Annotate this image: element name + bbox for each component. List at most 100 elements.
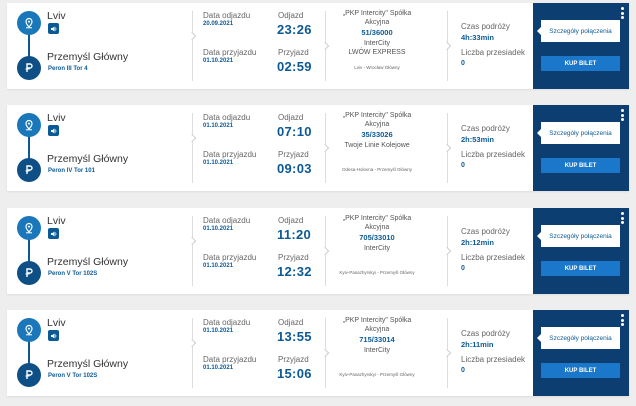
action-panel: Szczegóły połączenia KUP BILET [533, 105, 629, 191]
arrival-label: Przyjazd [278, 253, 309, 262]
departure-date: 01.10.2021 [203, 226, 234, 232]
platform-info: Peron V Tor 102S [48, 271, 98, 277]
duration-value: 4h:33min [461, 33, 494, 42]
destination-station: Przemyśl Główny [47, 153, 129, 165]
train-number[interactable]: 35/33026 [337, 130, 417, 139]
duration-label: Czas podróży [461, 227, 510, 236]
transfers-label: Liczba przesiadek [461, 150, 526, 159]
train-name: InterCity [363, 347, 391, 354]
departure-date: 01.10.2021 [203, 328, 234, 334]
origin-station: Lviv [47, 317, 66, 329]
duration-value: 2h:11min [461, 340, 494, 349]
details-button[interactable]: Szczegóły połączenia [541, 225, 620, 247]
train-route: Odesa-Holovna - Przemyśl Główny [341, 167, 413, 172]
arrival-time: 09:03 [277, 161, 312, 176]
departure-label: Odjazd [278, 318, 304, 327]
departure-label: Odjazd [278, 113, 304, 122]
divider [192, 11, 193, 81]
kebab-menu-icon[interactable] [621, 7, 624, 19]
action-panel: Szczegóły połączenia KUP BILET [533, 310, 629, 396]
buy-ticket-button[interactable]: KUP BILET [541, 56, 620, 71]
arrival-time: 12:32 [277, 264, 312, 279]
departure-date-label: Data odjazdu [203, 11, 251, 20]
departure-time: 11:20 [277, 227, 312, 242]
kebab-menu-icon[interactable] [621, 212, 624, 224]
origin-station: Lviv [47, 215, 66, 227]
connection-card: Lviv Przemyśl Główny Peron V Tor 102S Da… [7, 208, 629, 294]
transfers-label: Liczba przesiadek [461, 48, 526, 57]
buy-ticket-button[interactable]: KUP BILET [541, 363, 620, 378]
departure-date: 01.10.2021 [203, 123, 234, 129]
arrival-date: 01.10.2021 [203, 263, 234, 269]
transfers-value: 0 [461, 162, 465, 169]
details-button[interactable]: Szczegóły połączenia [541, 122, 620, 144]
arrival-label: Przyjazd [278, 48, 309, 57]
parking-p-icon [17, 56, 41, 80]
transfers-label: Liczba przesiadek [461, 253, 526, 262]
connection-card: Lviv Przemyśl Główny Peron III Tor 4 Dat… [7, 3, 629, 89]
buy-ticket-button[interactable]: KUP BILET [541, 261, 620, 276]
departure-label: Odjazd [278, 216, 304, 225]
departure-date-label: Data odjazdu [203, 216, 251, 225]
arrival-date-label: Data przyjazdu [203, 355, 257, 364]
duration-label: Czas podróży [461, 329, 510, 338]
arrival-date: 01.10.2021 [203, 365, 234, 371]
train-name: Twoje Linie Kolejowe [344, 142, 410, 149]
departure-date: 20.09.2021 [203, 21, 234, 27]
parking-p-icon [17, 261, 41, 285]
platform-info: Peron V Tor 102S [48, 373, 98, 379]
parking-p-icon [17, 363, 41, 387]
duration-label: Czas podróży [461, 22, 510, 31]
connection-card: Lviv Przemyśl Główny Peron IV Tor 101 Da… [7, 105, 629, 191]
location-pin-icon [17, 113, 41, 137]
transfers-label: Liczba przesiadek [461, 355, 526, 364]
speaker-icon[interactable] [48, 330, 59, 341]
details-button[interactable]: Szczegóły połączenia [541, 20, 620, 42]
train-number[interactable]: 51/36000 [337, 28, 417, 37]
train-number[interactable]: 705/33010 [337, 233, 417, 242]
carrier-name: „PKP Intercity" Spółka Akcyjna [342, 317, 412, 333]
divider-notch [442, 41, 452, 51]
location-pin-icon [17, 318, 41, 342]
origin-station: Lviv [47, 112, 66, 124]
divider-notch [442, 143, 452, 153]
platform-info: Peron III Tor 4 [48, 66, 88, 72]
transfers-value: 0 [461, 265, 465, 272]
carrier-name: „PKP Intercity" Spółka Akcyjna [342, 112, 412, 128]
kebab-menu-icon[interactable] [621, 109, 624, 121]
duration-value: 2h:12min [461, 238, 494, 247]
action-panel: Szczegóły połączenia KUP BILET [533, 208, 629, 294]
departure-time: 07:10 [277, 124, 312, 139]
departure-time: 23:26 [277, 22, 312, 37]
divider-notch [442, 246, 452, 256]
divider [192, 113, 193, 183]
details-button[interactable]: Szczegóły połączenia [541, 327, 620, 349]
duration-label: Czas podróży [461, 124, 510, 133]
route-column: Lviv Przemyśl Główny Peron IV Tor 101 [7, 105, 192, 191]
arrival-date: 01.10.2021 [203, 58, 234, 64]
arrival-date-label: Data przyjazdu [203, 253, 257, 262]
arrival-date-label: Data przyjazdu [203, 150, 257, 159]
train-route: Kyiv-Pasazhyrskyi - Przemyśl Główny [339, 372, 415, 377]
train-number[interactable]: 715/33014 [337, 335, 417, 344]
speaker-icon[interactable] [48, 125, 59, 136]
buy-ticket-button[interactable]: KUP BILET [541, 158, 620, 173]
arrival-time: 15:06 [277, 366, 312, 381]
destination-station: Przemyśl Główny [47, 51, 129, 63]
departure-label: Odjazd [278, 11, 304, 20]
train-route: Lviv - Wrocław Główny [354, 65, 400, 70]
route-column: Lviv Przemyśl Główny Peron V Tor 102S [7, 310, 192, 396]
divider-notch [442, 348, 452, 358]
arrival-date-label: Data przyjazdu [203, 48, 257, 57]
speaker-icon[interactable] [48, 23, 59, 34]
kebab-menu-icon[interactable] [621, 314, 624, 326]
departure-time: 13:55 [277, 329, 312, 344]
location-pin-icon [17, 11, 41, 35]
train-name: InterCity [363, 245, 391, 252]
speaker-icon[interactable] [48, 228, 59, 239]
action-panel: Szczegóły połączenia KUP BILET [533, 3, 629, 89]
origin-station: Lviv [47, 10, 66, 22]
train-route: Kyiv-Pasazhyrskyi - Przemyśl Główny [339, 270, 415, 275]
arrival-label: Przyjazd [278, 150, 309, 159]
carrier-name: „PKP Intercity" Spółka Akcyjna [342, 10, 412, 26]
